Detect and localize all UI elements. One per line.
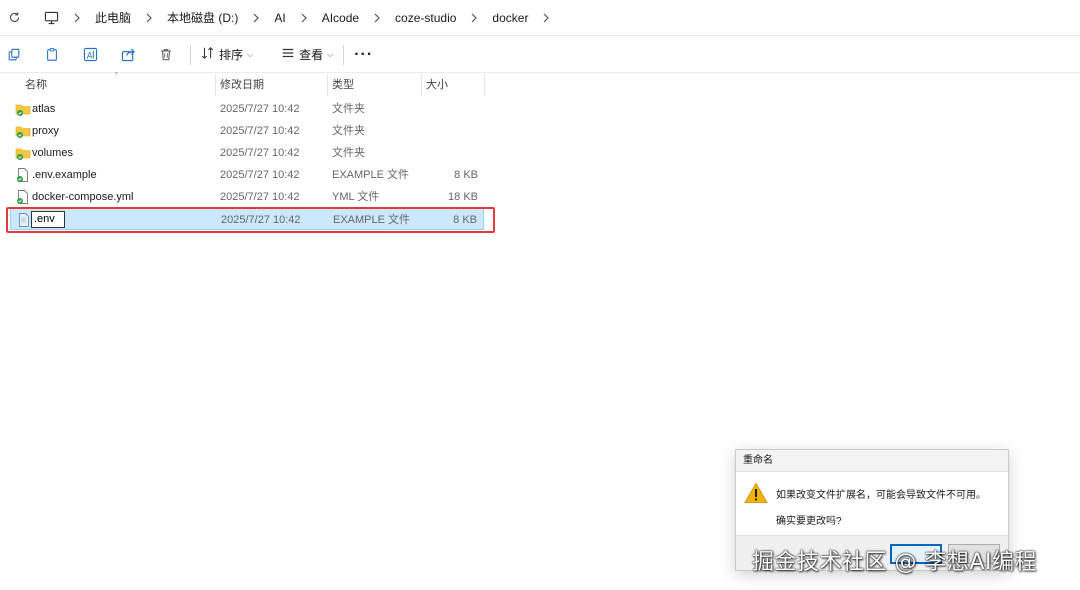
view-label: 查看	[299, 48, 324, 62]
file-icon	[15, 189, 31, 205]
file-date: 2025/7/27 10:42	[221, 214, 301, 226]
chevron-right-icon[interactable]	[294, 8, 314, 28]
sort-label: 排序	[219, 48, 244, 62]
svg-text:A: A	[86, 50, 92, 60]
view-button[interactable]: 查看 ⌵	[281, 41, 333, 69]
table-row[interactable]: atlas 2025/7/27 10:42 文件夹	[10, 98, 484, 120]
column-name[interactable]: 名称	[20, 74, 215, 96]
more-icon: ···	[354, 45, 374, 63]
file-name: proxy	[32, 125, 59, 137]
file-date: 2025/7/27 10:42	[220, 125, 300, 137]
copy-icon[interactable]	[38, 41, 66, 69]
breadcrumb-item-aicode[interactable]: AIcode	[318, 11, 363, 25]
table-row[interactable]: volumes 2025/7/27 10:42 文件夹	[10, 142, 484, 164]
dialog-message: 如果改变文件扩展名，可能会导致文件不可用。	[776, 490, 986, 501]
breadcrumb-item-coze-studio[interactable]: coze-studio	[391, 11, 460, 25]
sort-button[interactable]: 排序 ⌵	[201, 41, 253, 69]
computer-icon[interactable]	[43, 10, 59, 26]
more-button[interactable]: ···	[354, 41, 373, 69]
table-row[interactable]: docker-compose.yml 2025/7/27 10:42 YML 文…	[10, 186, 484, 208]
file-size: 8 KB	[454, 169, 478, 181]
file-type: YML 文件	[332, 191, 380, 203]
file-type: 文件夹	[332, 147, 365, 159]
new-icon[interactable]	[0, 41, 28, 69]
file-icon	[16, 212, 32, 228]
file-name: atlas	[32, 103, 56, 115]
breadcrumb-item-this-pc[interactable]: 此电脑	[91, 9, 135, 26]
table-row[interactable]: .env.example 2025/7/27 10:42 EXAMPLE 文件 …	[10, 164, 484, 186]
file-type: 文件夹	[332, 125, 365, 137]
table-row[interactable]: proxy 2025/7/27 10:42 文件夹	[10, 120, 484, 142]
file-date: 2025/7/27 10:42	[220, 191, 300, 203]
warning-icon	[744, 482, 768, 504]
chevron-down-icon: ⌵	[327, 49, 334, 59]
chevron-down-icon: ⌵	[247, 49, 254, 59]
chevron-right-icon[interactable]	[246, 8, 266, 28]
column-size[interactable]: 大小	[421, 74, 484, 96]
column-header: ⌃ 名称 修改日期 类型 大小	[0, 71, 1080, 96]
file-name: .env.example	[32, 169, 97, 181]
chevron-right-icon[interactable]	[536, 8, 556, 28]
folder-icon	[15, 101, 31, 117]
dialog-question: 确实要更改吗?	[776, 516, 842, 527]
file-date: 2025/7/27 10:42	[220, 147, 300, 159]
table-row-selected[interactable]: .env 2025/7/27 10:42 EXAMPLE 文件 8 KB	[10, 208, 484, 230]
column-type[interactable]: 类型	[327, 74, 421, 96]
share-icon[interactable]	[114, 41, 142, 69]
breadcrumb: 此电脑 本地磁盘 (D:) AI AIcode coze-studio dock…	[43, 8, 560, 28]
chevron-right-icon[interactable]	[67, 8, 87, 28]
column-divider[interactable]	[484, 74, 485, 96]
file-date: 2025/7/27 10:42	[220, 103, 300, 115]
file-type: 文件夹	[332, 103, 365, 115]
file-type: EXAMPLE 文件	[333, 214, 411, 226]
chevron-right-icon[interactable]	[139, 8, 159, 28]
chevron-right-icon[interactable]	[464, 8, 484, 28]
toolbar-divider	[343, 44, 345, 65]
view-icon	[281, 46, 295, 63]
toolbar-divider	[190, 44, 191, 65]
column-date[interactable]: 修改日期	[215, 74, 327, 96]
rename-input[interactable]: .env	[31, 211, 65, 228]
breadcrumb-item-drive-d[interactable]: 本地磁盘 (D:)	[163, 9, 242, 26]
file-size: 18 KB	[448, 191, 478, 203]
refresh-icon[interactable]	[3, 7, 25, 29]
file-name: docker-compose.yml	[32, 191, 134, 203]
watermark: 掘金技术社区 @ 李想AI编程	[752, 550, 1038, 575]
address-bar: 此电脑 本地磁盘 (D:) AI AIcode coze-studio dock…	[0, 0, 1080, 36]
file-date: 2025/7/27 10:42	[220, 169, 300, 181]
dialog-body: 如果改变文件扩展名，可能会导致文件不可用。 确实要更改吗?	[736, 472, 1008, 536]
breadcrumb-item-docker[interactable]: docker	[488, 11, 532, 25]
file-name: volumes	[32, 147, 73, 159]
command-bar: A 排序 ⌵ 查看 ⌵ ···	[0, 37, 1080, 73]
chevron-right-icon[interactable]	[367, 8, 387, 28]
file-size: 8 KB	[453, 214, 477, 226]
rename-icon[interactable]: A	[76, 41, 104, 69]
dialog-title: 重命名	[736, 450, 1008, 472]
delete-icon[interactable]	[152, 41, 180, 69]
file-type: EXAMPLE 文件	[332, 169, 410, 181]
folder-icon	[15, 123, 31, 139]
folder-icon	[15, 145, 31, 161]
sort-icon	[201, 46, 215, 63]
file-icon	[15, 167, 31, 183]
breadcrumb-item-ai[interactable]: AI	[270, 11, 289, 25]
